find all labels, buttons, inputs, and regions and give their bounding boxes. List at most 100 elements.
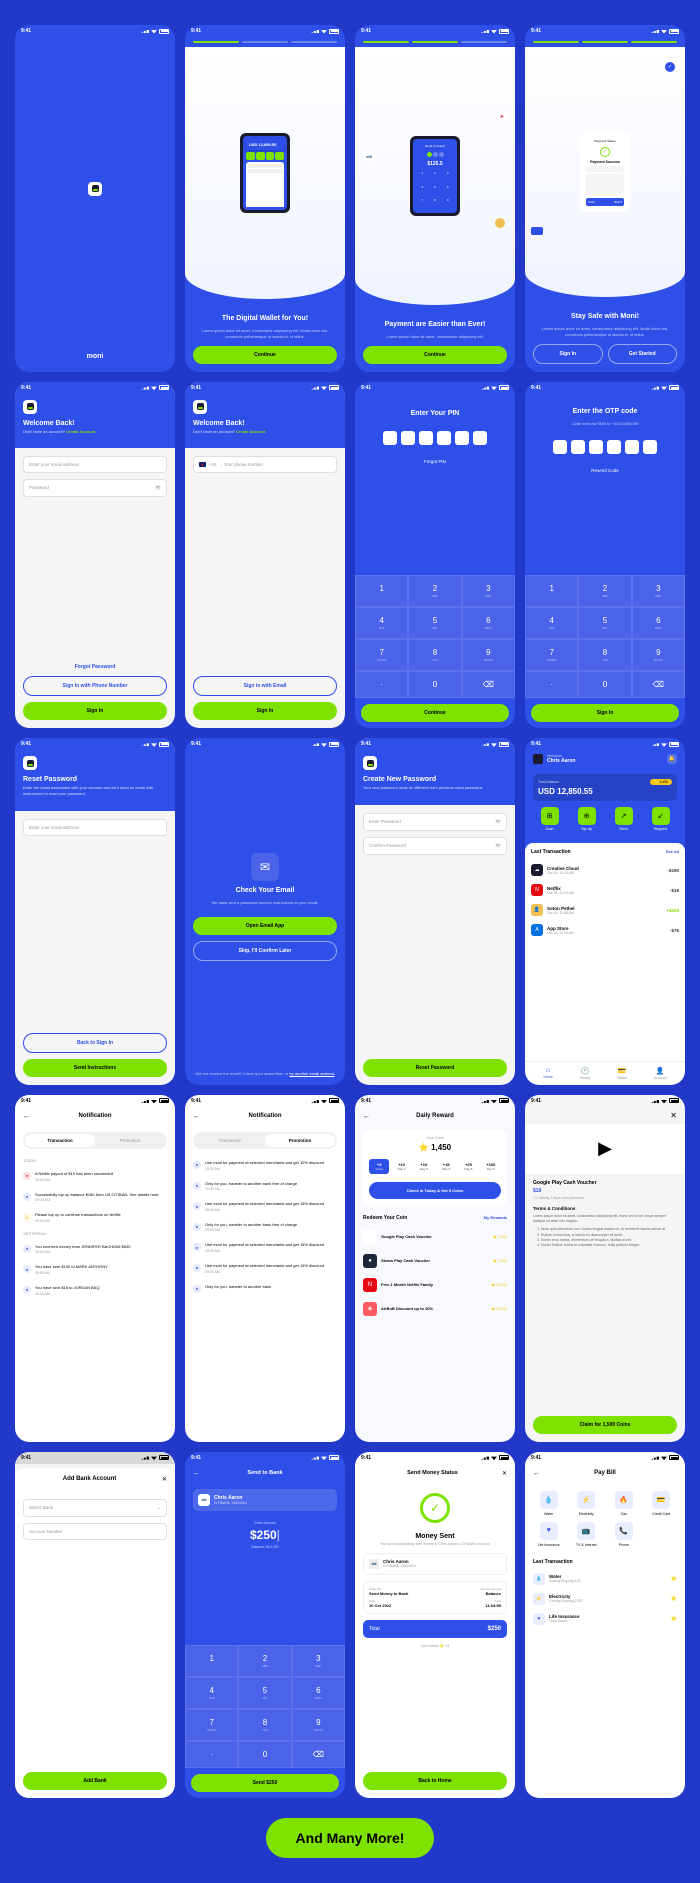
key-3[interactable]: 3DEF bbox=[462, 575, 515, 607]
confirm-password-input[interactable]: Confirm Password👁 bbox=[363, 837, 507, 855]
nav-home[interactable]: ⌂Home bbox=[543, 1067, 552, 1080]
action-scan[interactable]: ⊞Scan bbox=[533, 807, 566, 831]
day-item[interactable]: +25Day 5 bbox=[458, 1159, 478, 1174]
key-5[interactable]: 5JKL bbox=[408, 607, 461, 639]
add-bank-button[interactable]: Add Bank bbox=[23, 1772, 167, 1790]
day-item[interactable]: +15Day 4 bbox=[436, 1159, 456, 1174]
see-all-link[interactable]: See All bbox=[666, 849, 679, 855]
key-2[interactable]: 2ABC bbox=[408, 575, 461, 607]
key-4[interactable]: 4GHI bbox=[525, 607, 578, 639]
bill-electricity[interactable]: ⚡Electricity bbox=[571, 1491, 603, 1516]
bill-tv-&-internet[interactable]: 📺TV & Internet bbox=[571, 1522, 603, 1547]
back-button[interactable]: Back to Sign In bbox=[23, 1033, 167, 1053]
amount-input[interactable]: $250 bbox=[250, 1528, 277, 1542]
day-item[interactable]: +100Day 6 bbox=[481, 1159, 501, 1174]
nav-account[interactable]: 👤Account bbox=[654, 1067, 667, 1080]
skip-button[interactable]: Skip, I'll Confirm Later bbox=[193, 941, 337, 961]
key-9[interactable]: 9WXYZ bbox=[292, 1709, 345, 1741]
transaction-row[interactable]: ☁Creative CloudOct 16, 11:19 AM-$190 bbox=[531, 860, 679, 880]
key-5[interactable]: 5JKL bbox=[578, 607, 631, 639]
key-5[interactable]: 5JKL bbox=[238, 1677, 291, 1709]
day-item[interactable]: +5Today bbox=[369, 1159, 389, 1174]
notif-row[interactable]: ●Only for you, transfer to another bank bbox=[185, 1279, 345, 1298]
key-1[interactable]: 1 bbox=[185, 1645, 238, 1677]
forgot-pin-link[interactable]: Forgot PIN bbox=[363, 459, 507, 464]
bell-icon[interactable]: 🔔 bbox=[667, 754, 677, 764]
back-icon[interactable]: ← bbox=[193, 1113, 200, 1120]
email-input[interactable]: Enter your email address bbox=[23, 819, 167, 836]
forgot-password-link[interactable]: Forgot Password bbox=[23, 664, 167, 670]
key-3[interactable]: 3DEF bbox=[292, 1645, 345, 1677]
notif-row[interactable]: ●Only for you, transfer to another bank … bbox=[185, 1217, 345, 1238]
notif-row[interactable]: ●Use moni for payment at selected mercha… bbox=[185, 1196, 345, 1217]
reward-row[interactable]: ▶Google Play Cash Voucher⭐ 1,000 bbox=[363, 1225, 507, 1249]
eye-icon[interactable]: 👁 bbox=[495, 843, 501, 849]
bill-gas[interactable]: 🔥Gas bbox=[608, 1491, 640, 1516]
key-3[interactable]: 3DEF bbox=[632, 575, 685, 607]
bill-life-insurance[interactable]: ♥Life Insurance bbox=[533, 1522, 565, 1547]
notif-row[interactable]: ●You received money from JENNIFER BACHDI… bbox=[15, 1239, 175, 1260]
create-account-link[interactable]: Create Account bbox=[66, 429, 95, 434]
reward-row[interactable]: ●Steam Play Cash Voucher⭐ 2,000 bbox=[363, 1249, 507, 1273]
email-signin-button[interactable]: Sign in with Email bbox=[193, 676, 337, 696]
reward-row[interactable]: ◈AirBnB Discount up to 10%⭐ 10,000 bbox=[363, 1297, 507, 1321]
bill-trans-row[interactable]: ♥Life InsuranceChris Aaron⭐ bbox=[533, 1609, 677, 1629]
notif-row[interactable]: ●Use moni for payment at selected mercha… bbox=[185, 1155, 345, 1176]
password-input[interactable]: Password👁 bbox=[23, 479, 167, 497]
key-2[interactable]: 2ABC bbox=[238, 1645, 291, 1677]
key-8[interactable]: 8TUV bbox=[408, 639, 461, 671]
notif-row[interactable]: ●Successfully top up balance $180 from U… bbox=[15, 1187, 175, 1208]
tab-promotion[interactable]: Promotion bbox=[265, 1134, 335, 1147]
reward-row[interactable]: NFree 1 Month Netflix Family⭐ 10,000 bbox=[363, 1273, 507, 1297]
nav-history[interactable]: 🕐History bbox=[580, 1067, 591, 1080]
tab-promotion[interactable]: Promotion bbox=[95, 1134, 165, 1147]
key-·[interactable]: · bbox=[355, 671, 408, 698]
key-·[interactable]: · bbox=[185, 1741, 238, 1768]
key-⌫[interactable]: ⌫ bbox=[292, 1741, 345, 1768]
back-home-button[interactable]: Back to Home bbox=[363, 1772, 507, 1790]
back-icon[interactable]: ← bbox=[23, 1113, 30, 1120]
close-icon[interactable]: ✕ bbox=[162, 1476, 167, 1483]
signin-button[interactable]: Sign In bbox=[533, 344, 603, 364]
otp-inputs[interactable] bbox=[533, 440, 677, 454]
action-top up[interactable]: ⊕Top Up bbox=[570, 807, 603, 831]
action-send[interactable]: ↗Send bbox=[607, 807, 640, 831]
tab-transaction[interactable]: Transaction bbox=[195, 1134, 265, 1147]
close-icon[interactable]: ✕ bbox=[525, 1107, 685, 1124]
key-⌫[interactable]: ⌫ bbox=[462, 671, 515, 698]
password-input[interactable]: Enter Password👁 bbox=[363, 813, 507, 831]
notif-row[interactable]: ●You have sent $16 to JORDAN BAQ09:30 AM bbox=[15, 1280, 175, 1301]
create-account-link[interactable]: Create Account bbox=[236, 429, 265, 434]
send-button[interactable]: Send $250 bbox=[191, 1774, 339, 1792]
flag-icon[interactable] bbox=[199, 462, 206, 467]
continue-button[interactable]: Continue bbox=[361, 704, 509, 722]
signin-button[interactable]: Sign In bbox=[531, 704, 679, 722]
close-icon[interactable]: ✕ bbox=[502, 1470, 507, 1477]
key-0[interactable]: 0 bbox=[238, 1741, 291, 1768]
notif-row[interactable]: ●You have sent $100 to MARK ANTHONY09:30… bbox=[15, 1259, 175, 1280]
claim-button[interactable]: Claim for 1,500 Coins bbox=[533, 1416, 677, 1434]
bill-credit-card[interactable]: 💳Credit Card bbox=[646, 1491, 678, 1516]
phone-input[interactable]: +44|Your phone number bbox=[193, 456, 337, 473]
eye-icon[interactable]: 👁 bbox=[495, 819, 501, 825]
try-another-link[interactable]: try another email address bbox=[289, 1071, 334, 1076]
back-icon[interactable]: ← bbox=[363, 1113, 370, 1120]
transaction-row[interactable]: AApp StoreOct 13, 11:19 AM-$76 bbox=[531, 920, 679, 940]
bill-phone[interactable]: 📞Phone bbox=[608, 1522, 640, 1547]
key-1[interactable]: 1 bbox=[525, 575, 578, 607]
key-6[interactable]: 6MNO bbox=[292, 1677, 345, 1709]
select-bank[interactable]: Select Bank⌄ bbox=[23, 1499, 167, 1517]
bill-water[interactable]: 💧Water bbox=[533, 1491, 565, 1516]
key-7[interactable]: 7PQRS bbox=[525, 639, 578, 671]
back-icon[interactable]: ← bbox=[193, 1470, 200, 1477]
recipient-card[interactable]: citi Chris Aaron CITIBANK 10004624 bbox=[193, 1489, 337, 1511]
key-4[interactable]: 4GHI bbox=[185, 1677, 238, 1709]
action-request[interactable]: ↙Request bbox=[644, 807, 677, 831]
key-0[interactable]: 0 bbox=[578, 671, 631, 698]
transaction-row[interactable]: 👤Soton PethelOct 14, 11:48 AM+$250 bbox=[531, 900, 679, 920]
day-item[interactable]: +10Day 2 bbox=[391, 1159, 411, 1174]
transaction-row[interactable]: NNetflixOct 15, 11:19 AM-$19 bbox=[531, 880, 679, 900]
notif-row[interactable]: ●Only for you, transfer to another bank … bbox=[185, 1176, 345, 1197]
key-7[interactable]: 7PQRS bbox=[185, 1709, 238, 1741]
continue-button[interactable]: Continue bbox=[363, 346, 507, 364]
